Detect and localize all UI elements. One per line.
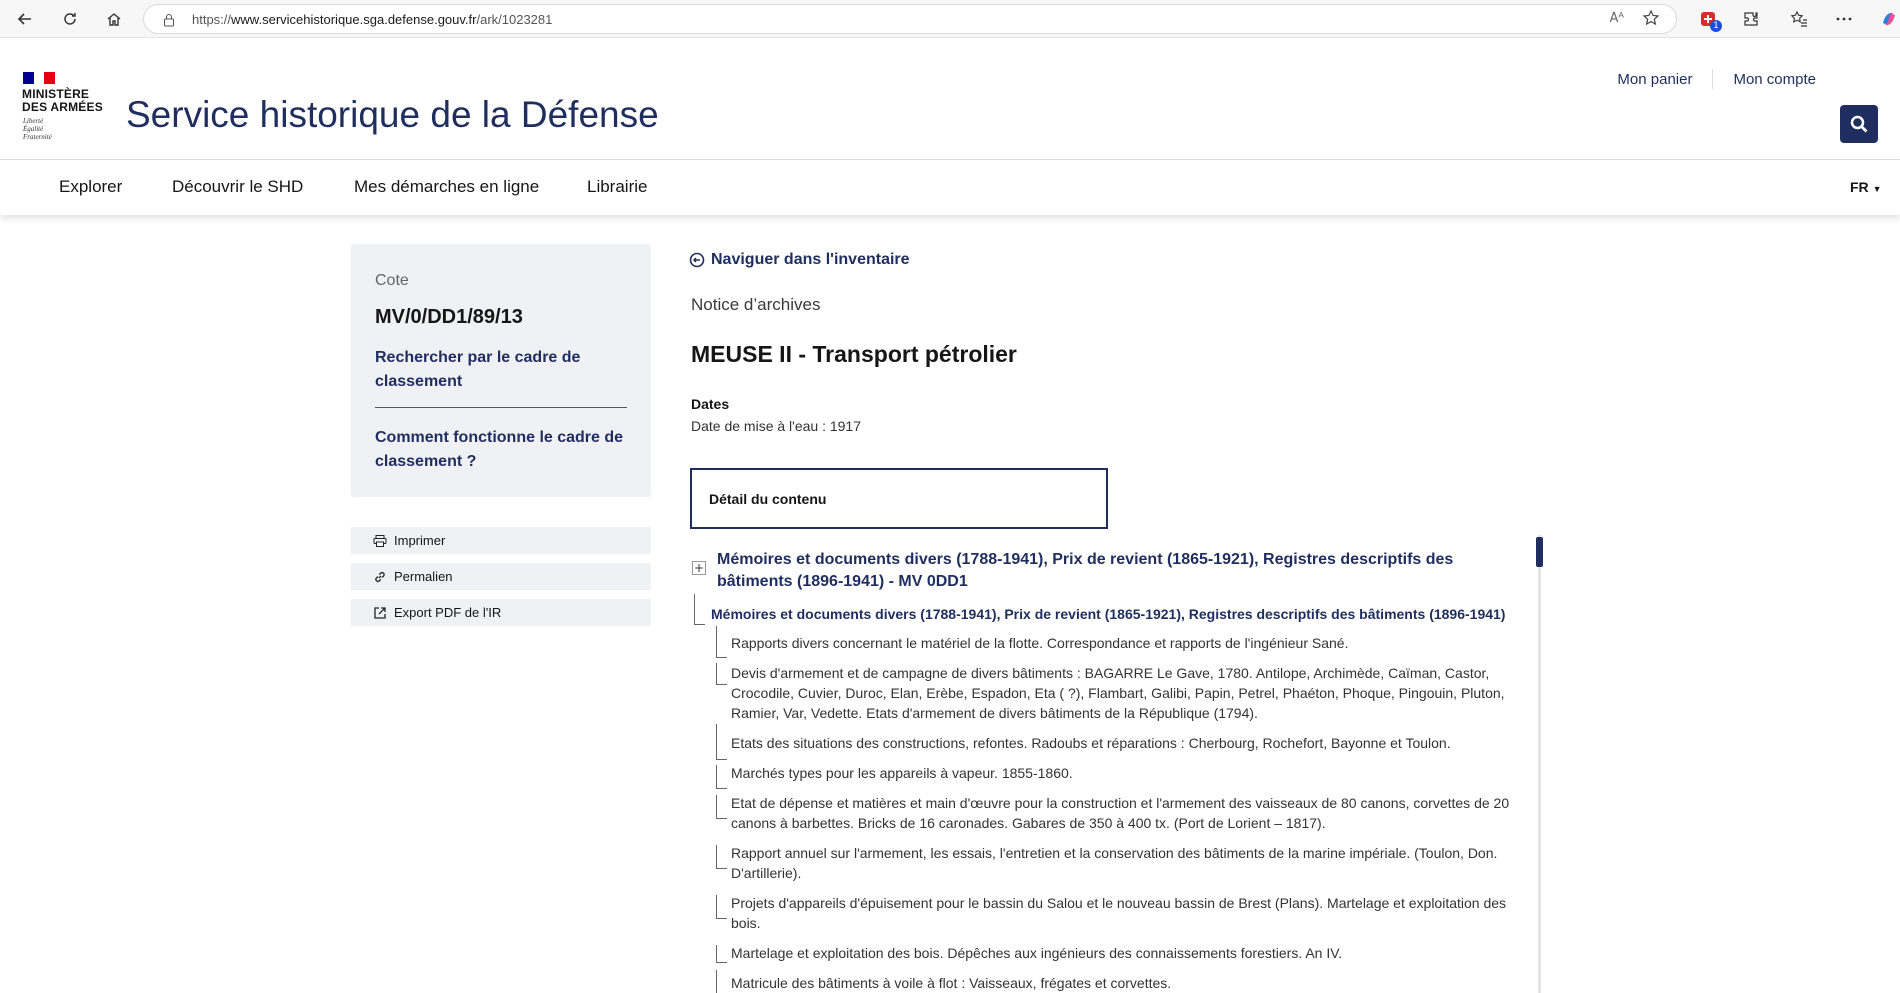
tree-connector — [716, 795, 717, 819]
search-icon — [1850, 115, 1868, 133]
nav-item-explorer[interactable]: Explorer — [59, 177, 122, 197]
tree-connector — [716, 918, 727, 919]
cote-value: MV/0/DD1/89/13 — [375, 306, 523, 328]
address-bar[interactable]: https://www.servicehistorique.sga.defens… — [143, 4, 1677, 34]
search-button[interactable] — [1840, 105, 1878, 143]
external-link-icon — [374, 606, 386, 619]
cart-link[interactable]: Mon panier — [1617, 71, 1692, 88]
tree-connector — [716, 845, 717, 869]
cote-label: Cote — [375, 272, 409, 289]
tree-connector — [716, 868, 727, 869]
page-title: MEUSE II - Transport pétrolier — [691, 341, 1017, 367]
print-button[interactable]: Imprimer — [351, 527, 651, 554]
tree-item[interactable]: Matricule des bâtiments à voile à flot :… — [731, 973, 1531, 993]
account-links: Mon panier Mon compte — [1617, 69, 1816, 89]
print-label: Imprimer — [394, 533, 446, 548]
tree-root-title[interactable]: Mémoires et documents divers (1788-1941)… — [717, 549, 1527, 593]
extension-red-icon[interactable]: 1 — [1695, 6, 1722, 32]
panel-divider — [375, 407, 627, 408]
export-pdf-button[interactable]: Export PDF de l'IR — [351, 599, 651, 626]
tree-connector — [716, 765, 717, 789]
tree-connector — [716, 663, 717, 685]
tree-connector — [716, 724, 717, 760]
nav-item-librairie[interactable]: Librairie — [587, 177, 647, 197]
tree-scrollbar[interactable] — [1538, 535, 1541, 993]
copilot-icon[interactable] — [1876, 6, 1900, 32]
extensions-puzzle-icon[interactable] — [1738, 6, 1764, 32]
tree-item[interactable]: Marchés types pour les appareils à vapeu… — [731, 763, 1531, 783]
tree-connector — [716, 818, 727, 819]
republic-flag-icon — [23, 72, 56, 84]
dates-label: Dates — [691, 396, 730, 412]
read-aloud-icon[interactable]: Aᴬ — [1610, 11, 1625, 26]
site-title[interactable]: Service historique de la Défense — [126, 94, 659, 136]
tree-level1-title[interactable]: Mémoires et documents divers (1788-1941)… — [711, 605, 1541, 623]
expand-plus-icon[interactable]: + — [692, 561, 706, 575]
classification-help-link[interactable]: Comment fonctionne le cadre de classemen… — [375, 426, 635, 474]
tree-connector — [716, 895, 717, 919]
tree-item[interactable]: Etats des situations des constructions, … — [731, 733, 1531, 753]
notice-type: Notice d’archives — [691, 295, 821, 314]
search-classification-link[interactable]: Rechercher par le cadre de classement — [375, 346, 635, 394]
tree-connector — [716, 759, 727, 760]
nav-item-demarches[interactable]: Mes démarches en ligne — [354, 177, 539, 197]
link-icon — [375, 571, 385, 582]
export-pdf-label: Export PDF de l'IR — [394, 605, 502, 620]
tree-item[interactable]: Rapport annuel sur l'armement, les essai… — [731, 843, 1531, 883]
navigate-circle-icon — [689, 252, 705, 268]
site-header: MINISTÈRE DES ARMÉES Liberté Égalité Fra… — [0, 38, 1900, 160]
lock-icon[interactable] — [162, 12, 176, 31]
favorite-star-icon[interactable] — [1642, 9, 1660, 31]
tree-connector — [716, 626, 717, 658]
tree-connector — [694, 624, 705, 625]
main-navigation: Explorer Découvrir le SHD Mes démarches … — [0, 160, 1900, 215]
home-icon[interactable] — [101, 6, 127, 32]
browser-toolbar: https://www.servicehistorique.sga.defens… — [0, 0, 1900, 38]
tree-item[interactable]: Martelage et exploitation des bois. Dépê… — [731, 943, 1531, 963]
refresh-icon[interactable] — [57, 6, 83, 32]
navigate-inventory-link[interactable]: Naviguer dans l'inventaire — [689, 251, 910, 269]
tree-item[interactable]: Etat de dépense et matières et main d'œu… — [731, 793, 1531, 833]
extension-badge: 1 — [1710, 20, 1722, 32]
cote-panel: Cote MV/0/DD1/89/13 Rechercher par le ca… — [351, 244, 651, 497]
nav-item-decouvrir[interactable]: Découvrir le SHD — [172, 177, 303, 197]
permalink-button[interactable]: Permalien — [351, 563, 651, 590]
permalink-label: Permalien — [394, 569, 453, 584]
dates-value: Date de mise à l'eau : 1917 — [691, 418, 862, 434]
tree-connector — [694, 594, 695, 625]
tree-item[interactable]: Projets d'appareils d'épuisement pour le… — [731, 893, 1531, 933]
url-text[interactable]: https://www.servicehistorique.sga.defens… — [192, 12, 552, 27]
links-divider — [1712, 69, 1714, 89]
tab-detail-contenu[interactable]: Détail du contenu — [690, 468, 1108, 529]
tree-connector — [716, 684, 727, 685]
more-menu-icon[interactable] — [1831, 6, 1857, 32]
language-selector[interactable]: FR ▼ — [1850, 179, 1881, 195]
tree-scrollbar-thumb[interactable] — [1536, 537, 1543, 567]
ministry-motto: Liberté Égalité Fraternité — [23, 117, 52, 141]
chevron-down-icon: ▼ — [1872, 184, 1882, 194]
tree-connector — [716, 970, 717, 993]
ministry-logo[interactable]: MINISTÈRE DES ARMÉES — [22, 88, 103, 114]
tree-connector — [716, 788, 727, 789]
tree-connector — [716, 962, 727, 963]
tree-item[interactable]: Devis d'armement et de campagne de diver… — [731, 663, 1531, 723]
tree-connector — [716, 945, 717, 963]
navigate-label: Naviguer dans l'inventaire — [711, 251, 910, 268]
tree-item[interactable]: Rapports divers concernant le matériel d… — [731, 633, 1531, 653]
favorites-list-icon[interactable] — [1786, 6, 1812, 32]
back-icon[interactable] — [12, 6, 38, 32]
tree-connector — [716, 657, 727, 658]
account-link[interactable]: Mon compte — [1733, 71, 1816, 88]
printer-icon — [373, 534, 387, 547]
